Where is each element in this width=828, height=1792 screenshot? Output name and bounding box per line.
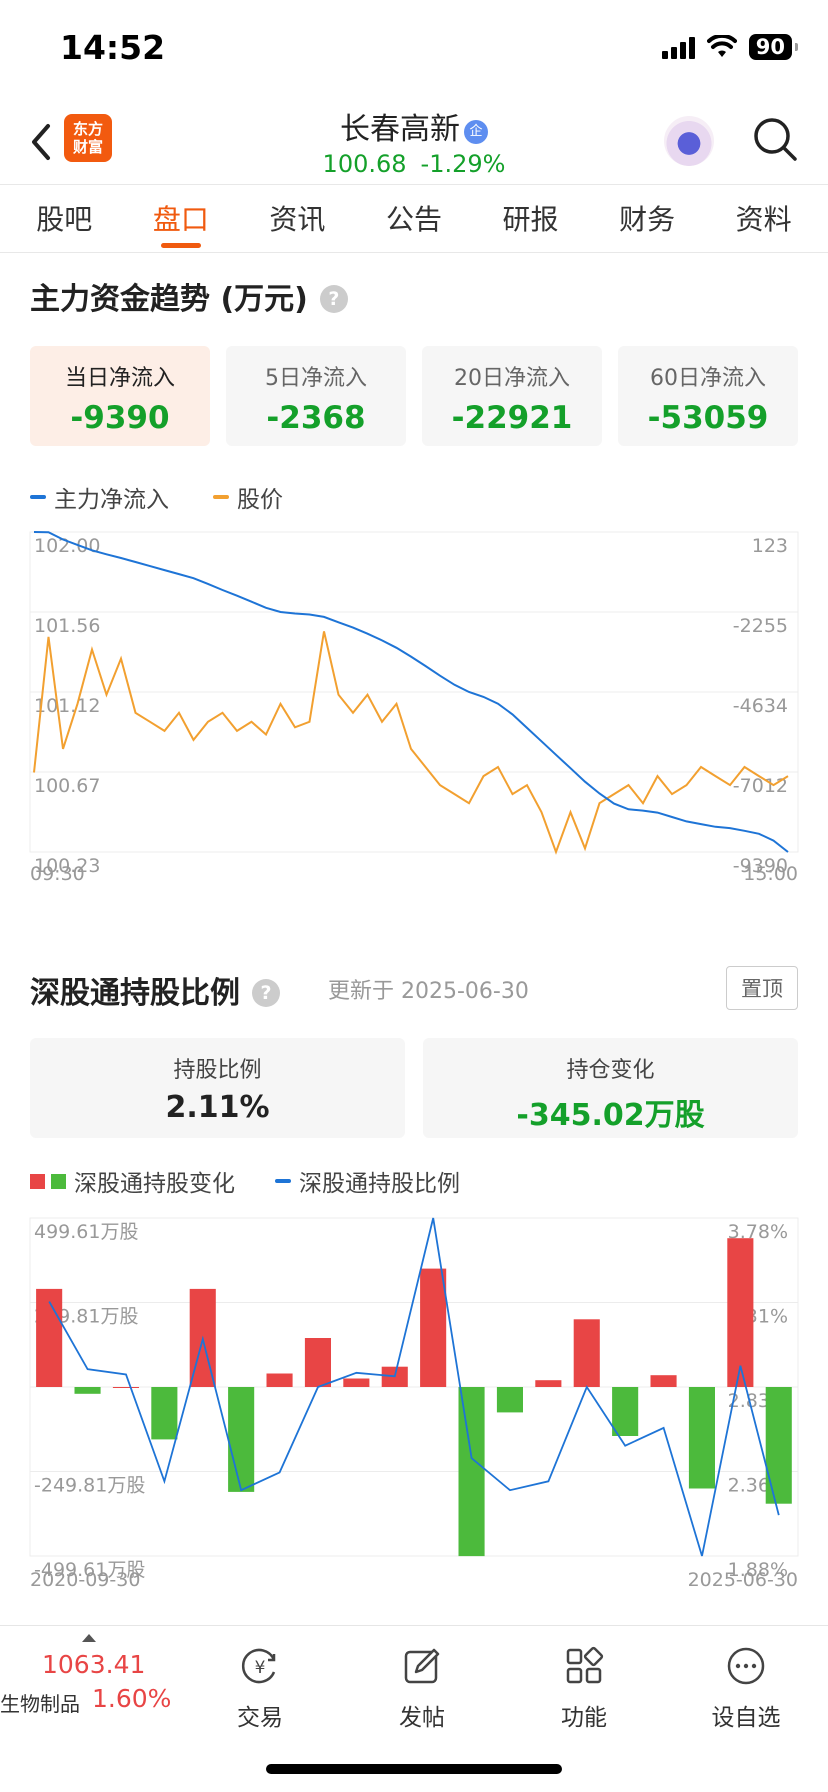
x-tick-label: 2025-06-30 xyxy=(688,1569,798,1590)
right-tick-label: -7012 xyxy=(733,775,788,797)
holding-change-card: 持仓变化 -345.02万股 xyxy=(423,1038,798,1138)
right-tick-label: -2255 xyxy=(733,615,788,637)
pin-top-button[interactable]: 置顶 xyxy=(726,966,798,1010)
index-change[interactable]: 1.60% xyxy=(92,1684,171,1713)
trade-button[interactable]: ¥ 交易 xyxy=(190,1646,330,1732)
tab-bar: 股吧 盘口 资讯 公告 研报 财务 资料 xyxy=(0,198,828,254)
status-time: 14:52 xyxy=(60,28,166,67)
fund-flow-legend: 主力净流入 股价 xyxy=(30,480,283,514)
index-value[interactable]: 1063.41 xyxy=(42,1650,145,1679)
left-tick-label: 499.61万股 xyxy=(34,1221,138,1243)
functions-button[interactable]: 功能 xyxy=(514,1646,654,1732)
x-tick-label: 09:30 xyxy=(30,863,85,885)
legend-swatch xyxy=(213,495,229,499)
tab-research[interactable]: 研报 xyxy=(503,198,559,254)
change-bar xyxy=(304,1338,331,1387)
right-tick-label: -4634 xyxy=(733,695,788,717)
change-bar xyxy=(343,1378,370,1387)
legend-swatch-down xyxy=(51,1173,66,1189)
divider xyxy=(0,184,828,185)
more-icon xyxy=(727,1647,765,1685)
battery-icon: 90 xyxy=(748,34,799,60)
left-tick-label: 101.56 xyxy=(34,615,100,637)
home-indicator xyxy=(266,1764,562,1774)
x-tick-label: 2020-09-30 xyxy=(30,1569,140,1590)
legend-item-price: 股价 xyxy=(213,480,283,514)
stock-change: -1.29% xyxy=(420,150,506,178)
left-tick-label: 101.12 xyxy=(34,695,100,717)
status-icons: 90 xyxy=(661,34,799,60)
tab-announcements[interactable]: 公告 xyxy=(386,198,442,254)
fund-flow-header: 主力资金趋势 (万元)? xyxy=(30,274,348,318)
holding-title: 深股通持股比例 xyxy=(30,976,240,1011)
wifi-icon xyxy=(706,35,737,57)
tab-pankou[interactable]: 盘口 xyxy=(153,198,209,254)
index-name[interactable]: 生物制品 xyxy=(0,1688,80,1717)
post-button[interactable]: 发帖 xyxy=(352,1646,492,1732)
add-watchlist-button[interactable]: 设自选 xyxy=(676,1646,816,1732)
change-bar xyxy=(74,1387,101,1394)
screen: 14:52 90 东方 财富 长春高新企 100.68 -1.29% 股吧 盘口 … xyxy=(0,0,828,1792)
change-bar xyxy=(228,1387,255,1492)
change-bar xyxy=(36,1288,63,1387)
yuan-exchange-icon: ¥ xyxy=(242,1648,276,1684)
change-bar xyxy=(420,1268,447,1387)
change-bar xyxy=(112,1387,139,1388)
change-bar xyxy=(151,1387,178,1440)
enterprise-badge-icon: 企 xyxy=(464,120,488,144)
search-icon[interactable] xyxy=(752,116,798,162)
assistant-robot-icon[interactable] xyxy=(664,116,714,166)
change-bar xyxy=(727,1238,754,1387)
change-bar xyxy=(496,1387,523,1413)
tab-finance[interactable]: 财务 xyxy=(619,198,675,254)
flow-card-today[interactable]: 当日净流入 -9390 xyxy=(30,346,210,446)
fund-flow-chart: 102.00 123 101.56 -2255 101.12 -4634 100.67 -70… xyxy=(29,531,799,885)
left-tick-label: -249.81万股 xyxy=(34,1475,145,1497)
holding-legend: 深股通持股变化 深股通持股比例 xyxy=(30,1164,460,1198)
change-bar xyxy=(688,1387,715,1489)
flow-card-60d[interactable]: 60日净流入 -53059 xyxy=(618,346,798,446)
svg-text:¥: ¥ xyxy=(255,1658,266,1678)
help-icon[interactable]: ? xyxy=(319,285,348,313)
holding-header: 深股通持股比例? xyxy=(30,968,280,1012)
legend-swatch xyxy=(30,495,46,499)
left-tick-label: 100.67 xyxy=(34,775,100,797)
left-tick-label: 102.00 xyxy=(34,535,100,557)
holding-chart: 3.78%3.31%2.83%2.36%1.88%499.61万股249.81万… xyxy=(29,1217,799,1590)
legend-swatch xyxy=(275,1179,291,1183)
right-tick-label: 123 xyxy=(752,535,788,557)
flow-card-5d[interactable]: 5日净流入 -2368 xyxy=(226,346,406,446)
holding-ratio-card: 持股比例 2.11% xyxy=(30,1038,405,1138)
caret-up-icon xyxy=(82,1634,96,1642)
signal-icon xyxy=(661,35,695,59)
tab-news[interactable]: 资讯 xyxy=(269,198,325,254)
change-bar xyxy=(535,1380,562,1387)
fund-flow-cards: 当日净流入 -9390 5日净流入 -2368 20日净流入 -22921 60… xyxy=(30,346,798,446)
holding-updated: 更新于 2025-06-30 xyxy=(328,979,529,1004)
divider xyxy=(0,252,828,253)
grid-icon xyxy=(566,1646,604,1684)
legend-item-ratio: 深股通持股比例 xyxy=(275,1164,460,1198)
legend-item-change: 深股通持股变化 xyxy=(30,1164,235,1198)
change-bar xyxy=(458,1387,485,1557)
change-bar xyxy=(765,1387,792,1504)
holding-cards: 持股比例 2.11% 持仓变化 -345.02万股 xyxy=(30,1038,798,1138)
edit-icon xyxy=(404,1648,440,1684)
change-bar xyxy=(266,1373,293,1387)
stock-name: 长春高新 xyxy=(340,112,460,147)
legend-item-main-flow: 主力净流入 xyxy=(30,480,169,514)
flow-card-20d[interactable]: 20日净流入 -22921 xyxy=(422,346,602,446)
help-icon[interactable]: ? xyxy=(252,979,280,1007)
change-bar xyxy=(650,1375,677,1387)
legend-swatch-up xyxy=(30,1173,45,1189)
change-bar xyxy=(573,1319,600,1387)
fund-flow-title: 主力资金趋势 (万元) xyxy=(30,282,308,317)
x-tick-label: 15:00 xyxy=(743,863,798,885)
tab-guba[interactable]: 股吧 xyxy=(36,198,92,254)
change-bar xyxy=(612,1387,639,1436)
stock-price: 100.68 xyxy=(322,150,407,178)
tab-profile[interactable]: 资料 xyxy=(736,198,792,254)
